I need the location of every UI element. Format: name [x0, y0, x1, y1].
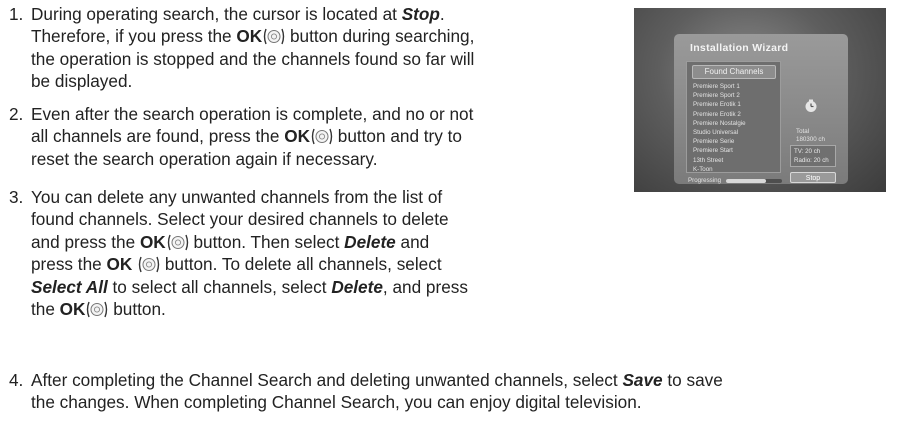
emphasis-text: Save — [622, 370, 663, 390]
step-line: found channels. Select your desired chan… — [31, 208, 468, 230]
text-run: button. Then select — [188, 231, 345, 252]
emphasis-text: Delete — [331, 276, 383, 297]
progress-bar-fill — [726, 179, 767, 183]
step-line: Select All to select all channels, selec… — [31, 276, 468, 298]
step-number: 2. — [9, 104, 24, 124]
text-run: the — [31, 299, 60, 320]
ok-button-icon — [167, 234, 189, 251]
text-run: button. — [108, 299, 166, 320]
text-run: press the — [31, 254, 107, 275]
total-value: 180300 ch — [796, 136, 825, 143]
step-line: the operation is stopped and the channel… — [31, 48, 474, 70]
text-run: During operating search, the cursor is l… — [31, 4, 402, 24]
total-label: Total — [796, 128, 810, 135]
tv-count: TV: 20 ch — [794, 148, 821, 155]
channel-list-item: 13th Street — [693, 156, 724, 164]
ok-button-icon — [138, 256, 160, 273]
text-run: Even after the search operation is compl… — [31, 104, 474, 124]
step-number: 3. — [9, 187, 24, 207]
step-body: During operating search, the cursor is l… — [31, 3, 474, 93]
step-line: be displayed. — [31, 70, 474, 92]
text-run: After completing the Channel Search and … — [31, 370, 623, 390]
progress-bar — [726, 179, 782, 183]
step-line: press the OK button. To delete all chann… — [31, 253, 468, 275]
tv-screenshot: Installation Wizard Found Channels Premi… — [634, 8, 886, 192]
step-line: reset the search operation again if nece… — [31, 148, 473, 170]
text-run — [132, 254, 137, 274]
step-line: After completing the Channel Search and … — [31, 369, 723, 391]
channel-list-item: Premiere Sport 2 — [693, 92, 740, 100]
step-body: Even after the search operation is compl… — [31, 103, 473, 170]
channel-counts: TV: 20 ch Radio: 20 ch — [790, 145, 836, 167]
text-run: to select all channels, select — [107, 276, 332, 297]
text-run: and press the — [31, 231, 140, 252]
emphasis-text: Stop — [401, 4, 440, 24]
text-run: button during searching, — [285, 26, 475, 47]
step-line: the OK button. — [31, 298, 468, 320]
step-line: During operating search, the cursor is l… — [31, 3, 474, 25]
channel-list-item: Premiere Serie — [693, 138, 735, 146]
text-run: all channels are found, press the — [31, 126, 285, 147]
text-run: reset the search operation again if nece… — [31, 148, 378, 169]
channel-list-item: Premiere Sport 1 — [693, 83, 740, 90]
text-run: the changes. When completing Channel Sea… — [31, 392, 642, 413]
text-run: button and try to — [332, 126, 462, 147]
channel-list-item: Premiere Erotik 2 — [693, 110, 741, 118]
step-line: You can delete any unwanted channels fro… — [31, 186, 468, 208]
channel-list-item: Premiere Erotik 1 — [693, 101, 741, 109]
text-run: , and press — [382, 276, 468, 297]
step-line: the changes. When completing Channel Sea… — [31, 391, 723, 413]
text-run: be displayed. — [31, 71, 133, 92]
ok-button-icon — [86, 301, 108, 318]
emphasis-text: OK — [284, 126, 310, 147]
progress-label: Progressing — [688, 177, 722, 184]
emphasis-text: Select All — [31, 276, 108, 297]
step-number: 4. — [9, 370, 24, 390]
text-run: button. To delete all channels, select — [160, 254, 442, 275]
step-line: Even after the search operation is compl… — [31, 103, 473, 125]
step-body: You can delete any unwanted channels fro… — [31, 186, 468, 320]
channel-list-item: Premiere Nostalgie — [693, 119, 746, 127]
emphasis-text: OK — [59, 299, 86, 320]
channel-list-item: Studio Universal — [693, 129, 739, 137]
text-run: the operation is stopped and the channel… — [31, 48, 475, 69]
text-run: found channels. Select your desired chan… — [31, 209, 449, 230]
text-run: and — [395, 231, 430, 252]
channel-list: Found Channels Premiere Sport 1 Premiere … — [686, 61, 781, 173]
text-run: Therefore, if you press the — [31, 26, 237, 47]
clock-icon — [805, 99, 817, 112]
text-run: You can delete any unwanted channels fro… — [31, 187, 443, 207]
wizard-title: Installation Wizard — [690, 42, 789, 54]
emphasis-text: Delete — [344, 231, 396, 252]
channel-list-item: Premiere Start — [693, 147, 733, 155]
step-line: all channels are found, press the OK but… — [31, 125, 473, 147]
emphasis-text: OK — [236, 26, 263, 47]
ok-button-icon — [263, 28, 285, 45]
ok-button-icon — [311, 128, 333, 145]
step-line: Therefore, if you press the OK button du… — [31, 25, 474, 47]
step-line: and press the OK button. Then select Del… — [31, 231, 468, 253]
step-number: 1. — [9, 4, 24, 24]
text-run: to save — [662, 370, 723, 390]
channel-list-item: K-Toon — [693, 165, 713, 173]
channel-list-header: Found Channels — [692, 65, 776, 79]
step-body: After completing the Channel Search and … — [31, 369, 723, 414]
radio-count: Radio: 20 ch — [794, 156, 829, 164]
emphasis-text: OK — [106, 254, 133, 275]
stop-button: Stop — [790, 172, 836, 183]
total-info: Total 180300 ch — [796, 128, 836, 144]
channel-list-items: Premiere Sport 1 Premiere Sport 2 Premiere… — [693, 82, 779, 174]
text-run: . — [439, 4, 445, 24]
emphasis-text: OK — [139, 231, 166, 252]
